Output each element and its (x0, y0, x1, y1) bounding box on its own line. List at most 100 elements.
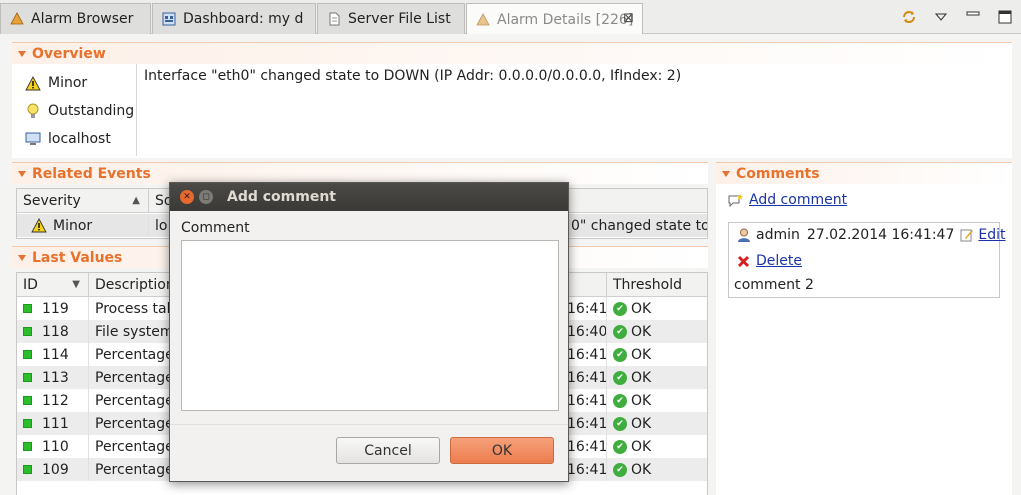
collapse-icon (18, 170, 26, 177)
section-title: Overview (32, 45, 106, 62)
overview-panel: Minor Outstanding localhost Interface "e… (12, 64, 1012, 158)
message-cell: 0" changed state to D (571, 217, 707, 234)
comment-timestamp: 27.02.2014 16:41:47 (806, 227, 955, 243)
minimize-icon[interactable]: ◻ (199, 190, 213, 204)
timestamp-cell: 16:41 (565, 412, 607, 435)
minimize-icon[interactable] (957, 11, 989, 23)
threshold-cell: ✔ OK (607, 435, 707, 458)
id-cell: 110 (17, 435, 89, 458)
description-cell: Percentage (95, 346, 174, 363)
add-comment-link[interactable]: Add comment (728, 192, 847, 208)
comments-section-header[interactable]: Comments (716, 162, 1012, 184)
status-square-icon (23, 304, 32, 313)
check-icon: ✔ (613, 416, 627, 431)
id-cell: 119 (17, 297, 89, 320)
comment-item: admin 27.02.2014 16:41:47 Edit Delete co… (728, 222, 1006, 298)
add-comment-dialog: ✕ ◻ Add comment Comment Cancel OK (169, 182, 569, 482)
section-title: Comments (736, 165, 820, 182)
close-tab-icon[interactable]: ⊠ (623, 11, 634, 26)
dashboard-icon (161, 11, 177, 27)
description-cell: Percentage (95, 461, 174, 478)
status-square-icon (23, 396, 32, 405)
severity-item: Minor (24, 74, 87, 92)
comment-text: comment 2 (734, 277, 814, 293)
id-cell: 114 (17, 343, 89, 366)
section-title: Last Values (32, 249, 123, 266)
add-comment-label[interactable]: Add comment (749, 192, 847, 208)
tab-label: Dashboard: my d (183, 11, 304, 27)
cancel-button[interactable]: Cancel (336, 437, 440, 464)
check-icon: ✔ (613, 324, 627, 339)
id-cell: 111 (17, 412, 89, 435)
warning-icon (24, 74, 42, 92)
ok-button[interactable]: OK (450, 437, 554, 464)
sort-down-icon: ▼ (72, 279, 80, 290)
tab-dashboard[interactable]: Dashboard: my d (152, 3, 316, 34)
comment-header: admin 27.02.2014 16:41:47 Edit (737, 227, 1006, 243)
comment-author: admin (756, 227, 800, 243)
comments-panel: Add comment admin 27.02.2014 16:41:47 Ed… (716, 184, 1012, 495)
threshold-cell: ✔ OK (607, 366, 707, 389)
threshold-cell: ✔ OK (607, 458, 707, 481)
description-cell: File system (95, 323, 174, 340)
related-events-section-header[interactable]: Related Events (12, 162, 708, 184)
timestamp-cell: 16:41 (565, 458, 607, 481)
delete-link[interactable]: Delete (756, 253, 802, 269)
delete-icon[interactable] (737, 255, 750, 268)
add-comment-icon (728, 193, 744, 207)
state-label: Outstanding (48, 103, 135, 119)
alarm-icon (9, 11, 25, 27)
dialog-title: Add comment (227, 189, 336, 205)
status-square-icon (23, 350, 32, 359)
tab-alarm-browser[interactable]: Alarm Browser (0, 3, 151, 34)
threshold-cell: ✔ OK (607, 343, 707, 366)
view-menu-icon[interactable] (925, 13, 957, 21)
tab-server-file-list[interactable]: Server File List (317, 3, 465, 34)
file-list-icon (326, 11, 342, 27)
close-icon[interactable]: ✕ (180, 190, 194, 204)
sync-icon[interactable] (893, 9, 925, 25)
status-square-icon (23, 327, 32, 336)
description-cell: Percentage (95, 438, 174, 455)
description-cell: Percentage (95, 369, 174, 386)
severity-label: Minor (48, 75, 88, 91)
maximize-icon[interactable] (989, 10, 1021, 24)
check-icon: ✔ (613, 462, 627, 477)
threshold-cell: ✔ OK (607, 320, 707, 343)
check-icon: ✔ (613, 301, 627, 316)
collapse-icon (18, 50, 26, 57)
lightbulb-icon (24, 102, 42, 120)
source-item: localhost (24, 130, 111, 148)
column-header-id[interactable]: ID ▼ (17, 273, 89, 297)
id-cell: 112 (17, 389, 89, 412)
status-square-icon (23, 373, 32, 382)
check-icon: ✔ (613, 347, 627, 362)
sort-up-icon: ▲ (132, 195, 140, 206)
column-header-severity[interactable]: Severity ▲ (17, 189, 149, 213)
state-item: Outstanding (24, 102, 134, 120)
alarm-icon (475, 12, 491, 28)
comment-input[interactable] (181, 240, 559, 411)
severity-cell: Minor (17, 214, 149, 237)
dialog-titlebar[interactable]: ✕ ◻ Add comment (170, 183, 568, 211)
tab-alarm-details[interactable]: Alarm Details [226] ⊠ (466, 3, 643, 35)
edit-link[interactable]: Edit (978, 227, 1005, 243)
timestamp-cell: 16:41 (565, 343, 607, 366)
computer-icon (24, 130, 42, 148)
threshold-cell: ✔ OK (607, 297, 707, 320)
section-title: Related Events (32, 165, 151, 182)
timestamp-cell: 16:41 (565, 297, 607, 320)
check-icon: ✔ (613, 439, 627, 454)
tab-label: Alarm Details [226] (497, 11, 634, 28)
tab-toolbar (893, 0, 1021, 34)
overview-section-header[interactable]: Overview (12, 42, 1012, 64)
description-cell: Percentage (95, 415, 174, 432)
status-square-icon (23, 442, 32, 451)
comment-field-label: Comment (181, 220, 250, 236)
alarm-message: Interface "eth0" changed state to DOWN (… (144, 68, 682, 84)
threshold-cell: ✔ OK (607, 412, 707, 435)
edit-icon[interactable] (960, 228, 974, 242)
divider (136, 64, 137, 156)
collapse-icon (18, 254, 26, 261)
column-header-threshold[interactable]: Threshold (607, 273, 707, 297)
